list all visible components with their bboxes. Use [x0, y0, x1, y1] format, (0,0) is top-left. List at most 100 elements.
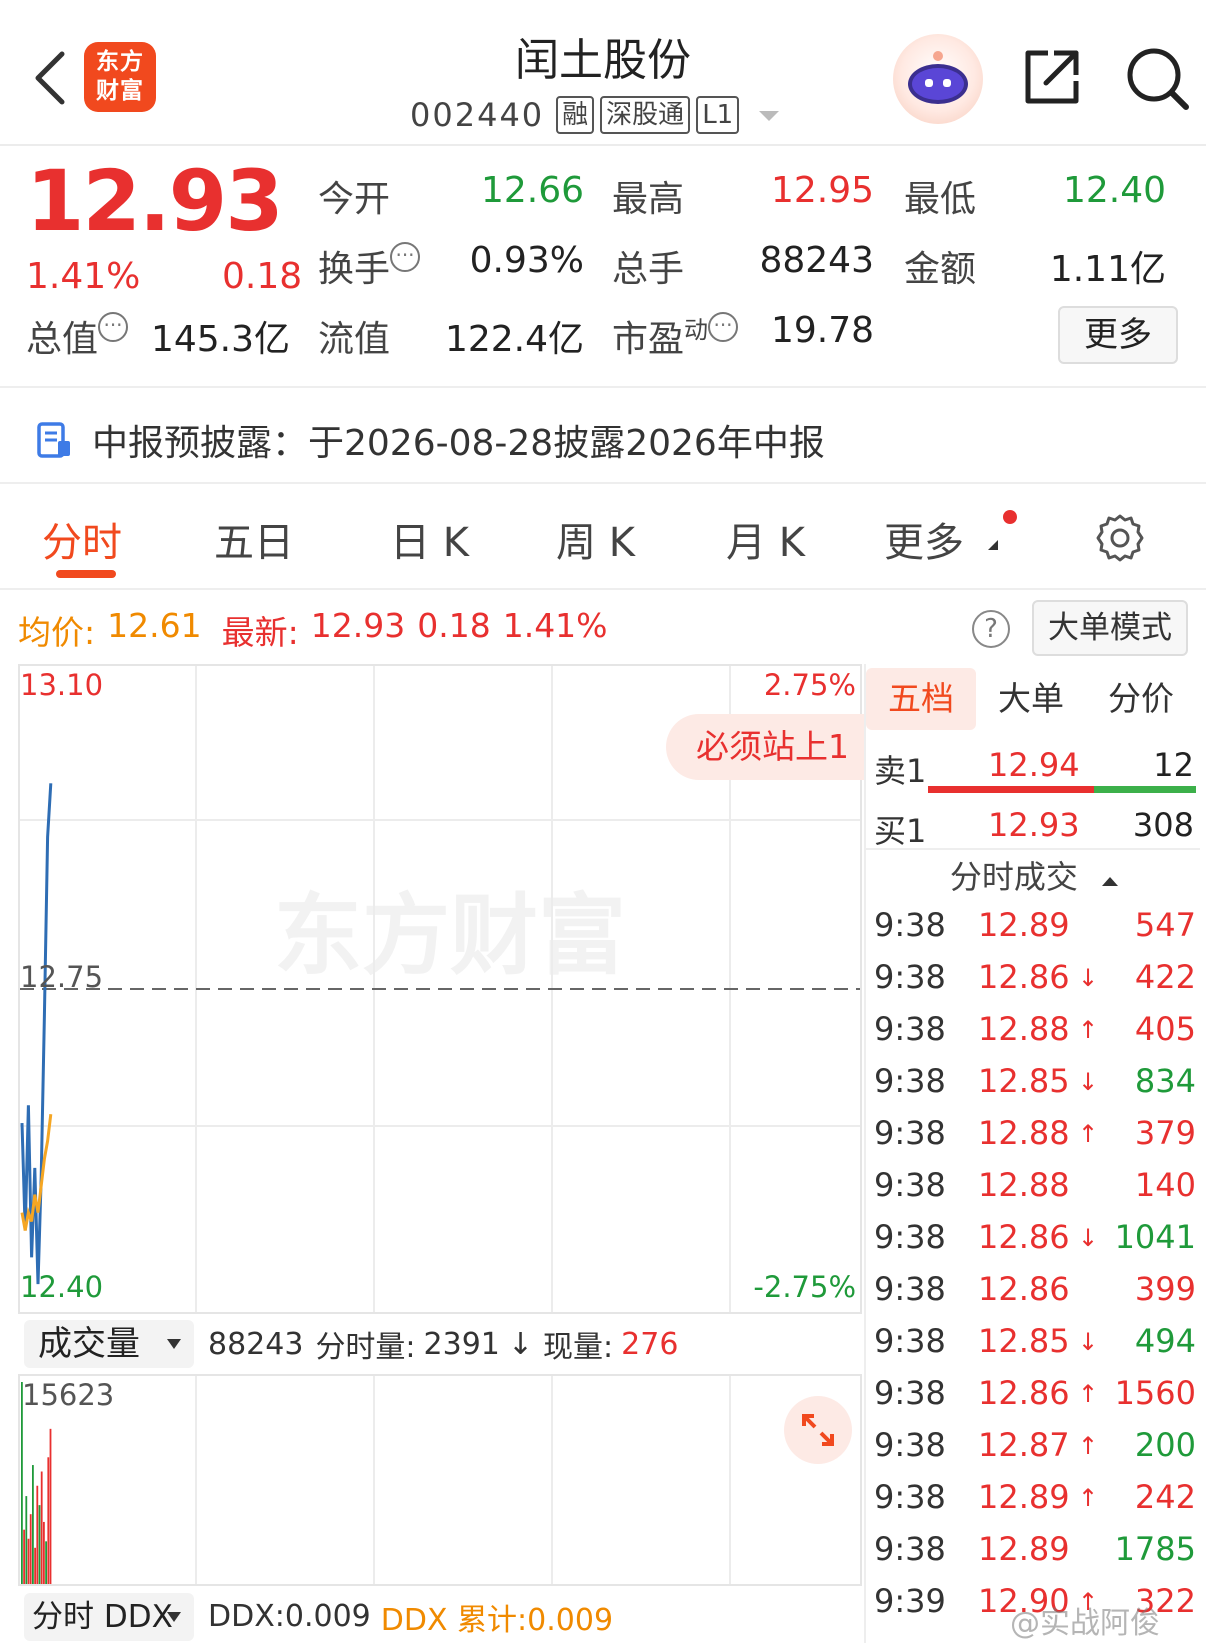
label-high: 最高: [612, 179, 685, 220]
volume-bar: [34, 1547, 36, 1584]
volume-bar: [43, 1521, 45, 1584]
tick-time: 9:38: [874, 1374, 946, 1412]
indicator-select-label: 成交量: [38, 1324, 140, 1364]
ddx-label: DDX:: [208, 1599, 285, 1634]
tick-volume: 494: [1134, 1322, 1196, 1360]
big-order-mode-button[interactable]: 大单模式: [1032, 600, 1188, 656]
volume-bar: [23, 1529, 25, 1584]
y-right-max-label: 2.75%: [763, 668, 856, 702]
chevron-down-icon: [167, 1611, 181, 1622]
tick-time: 9:38: [874, 906, 946, 944]
y-right-min-label: -2.75%: [753, 1270, 856, 1304]
volume-bar: [29, 1514, 32, 1584]
label-low: 最低: [904, 179, 977, 220]
order-book-buy1: 买1 12.93 308: [872, 798, 1198, 854]
label-amount: 金额: [904, 249, 977, 290]
more-quote-button[interactable]: 更多: [1058, 306, 1178, 364]
label-market-cap: 总值 ···: [26, 310, 129, 362]
tab-level5[interactable]: 五档: [866, 668, 976, 730]
tab-big-orders[interactable]: 大单: [976, 668, 1086, 730]
tick-row: 9:38 12.88 ↑ 405: [872, 1002, 1200, 1054]
latest-value: 12.93: [310, 606, 406, 645]
tick-volume: 1560: [1114, 1374, 1196, 1412]
tick-row: 9:38 12.86 ↓ 1041: [872, 1210, 1200, 1262]
info-icon[interactable]: ···: [708, 312, 739, 342]
tab-more[interactable]: 更多: [884, 510, 964, 568]
report-notice[interactable]: 中报预披露：于2026-08-28披露2026年中报: [36, 410, 825, 470]
tick-time: 9:38: [874, 1530, 946, 1568]
dropdown-triangle-icon[interactable]: [755, 105, 783, 125]
tick-time: 9:39: [874, 1582, 946, 1620]
intraday-chart[interactable]: 东方财富 13.10 12.75 12.40 2.75% -2.75% 必须站上…: [18, 664, 864, 1314]
value-turnover: 0.93%: [469, 240, 584, 281]
notice-text: 中报预披露：于2026-08-28披露2026年中报: [92, 423, 825, 464]
latest-change: 0.18: [417, 606, 491, 645]
tick-time: 9:38: [874, 1166, 946, 1204]
tick-price: 12.89: [978, 1530, 1070, 1568]
tick-list[interactable]: 9:38 12.89 547 9:38 12.86 ↓ 422 9:38 12.88 ↑ 405 9:…: [872, 898, 1200, 1643]
volume-bar: [21, 1382, 23, 1584]
eastmoney-logo: 东方 财富: [84, 42, 156, 112]
ai-banner[interactable]: 必须站上1: [666, 714, 864, 780]
ddx-toolbar: 分时 DDX DDX: 0.009 DDX 累计:0.009: [18, 1590, 862, 1643]
tab-intraday[interactable]: 分时: [42, 510, 122, 568]
tick-row: 9:38 12.86 399: [872, 1262, 1200, 1314]
tick-volume: 547: [1134, 906, 1196, 944]
order-ratio-bar: [928, 786, 1196, 793]
tick-price: 12.89: [978, 906, 1070, 944]
tick-row: 9:38 12.88 ↑ 379: [872, 1106, 1200, 1158]
tag-level1: L1: [696, 96, 740, 134]
ticks-header[interactable]: 分时成交: [872, 852, 1198, 898]
buy1-label: 买1: [874, 812, 927, 850]
tab-five-day[interactable]: 五日: [214, 510, 294, 568]
stock-code-row[interactable]: 002440 融 深股通 L1: [410, 94, 783, 136]
volume-bar: [40, 1471, 43, 1584]
expand-button[interactable]: [784, 1396, 852, 1464]
y-min-label: 12.40: [20, 1270, 104, 1304]
tick-price: 12.88: [978, 1114, 1070, 1152]
label-float-cap: 流值: [318, 319, 391, 360]
divider: [0, 482, 1206, 484]
tick-arrow-icon: ↓: [1078, 1224, 1099, 1252]
info-icon[interactable]: ···: [390, 242, 421, 272]
robot-face-icon: [908, 51, 968, 104]
tick-volume: 834: [1134, 1062, 1196, 1100]
share-icon[interactable]: [1020, 45, 1084, 109]
robot-assistant-avatar[interactable]: [893, 34, 983, 124]
tick-price: 12.85: [978, 1322, 1070, 1360]
indicator-select[interactable]: 成交量: [24, 1320, 194, 1368]
stock-code: 002440: [410, 96, 545, 134]
sell1-label: 卖1: [874, 752, 927, 790]
tag-shenzhen-connect: 深股通: [600, 96, 691, 134]
tick-row: 9:38 12.89 ↑ 242: [872, 1470, 1200, 1522]
ddx-select-label: 分时 DDX: [32, 1598, 173, 1635]
tab-price-distribution[interactable]: 分价: [1086, 668, 1196, 730]
market-cap-label-text: 总值: [26, 319, 99, 360]
tab-weekly-k[interactable]: 周 K: [556, 510, 635, 568]
tab-monthly-k[interactable]: 月 K: [726, 510, 805, 568]
expand-icon: [802, 1414, 834, 1446]
chevron-down-icon: [167, 1339, 181, 1349]
volume-chart[interactable]: 15623: [18, 1374, 862, 1586]
latest-label: 最新:: [221, 613, 299, 652]
tick-row: 9:38 12.89 1785: [872, 1522, 1200, 1574]
tick-arrow-icon: ↑: [1078, 1016, 1099, 1044]
tick-time: 9:38: [874, 1114, 946, 1152]
divider: [0, 588, 1206, 590]
ddx-indicator-select[interactable]: 分时 DDX: [24, 1592, 194, 1641]
tick-volume: 399: [1134, 1270, 1196, 1308]
tab-daily-k[interactable]: 日 K: [390, 510, 469, 568]
tick-time: 9:38: [874, 1426, 946, 1464]
pe-label-text: 市盈: [612, 319, 685, 360]
back-arrow-icon[interactable]: [28, 48, 72, 108]
weibo-watermark: @实战阿俊: [1010, 1606, 1160, 1641]
info-icon[interactable]: ···: [98, 312, 129, 342]
gear-icon[interactable]: [1094, 512, 1146, 564]
tick-volume: 422: [1134, 958, 1196, 996]
active-tab-indicator: [56, 570, 116, 578]
search-icon[interactable]: [1124, 45, 1190, 111]
volume-toolbar: 成交量 88243 分时量: 2391 ↓ 现量: 276: [18, 1316, 862, 1372]
help-icon[interactable]: ?: [972, 610, 1010, 648]
value-float-cap: 122.4亿: [444, 319, 584, 360]
sell1-price: 12.94: [988, 746, 1080, 784]
